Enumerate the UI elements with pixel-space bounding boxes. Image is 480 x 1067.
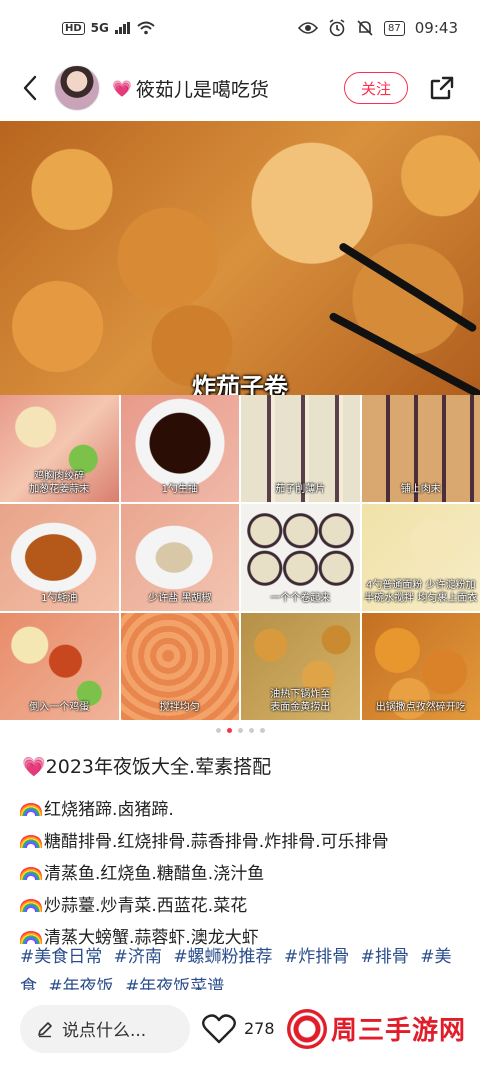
watermark-text: 周三手游网 bbox=[330, 1016, 466, 1046]
rainbow-icon bbox=[20, 802, 42, 816]
comment-input[interactable]: 说点什么... bbox=[20, 1004, 190, 1053]
recipe-step-label: 1勺蚝油 bbox=[41, 592, 78, 604]
heart-icon: 💗 bbox=[112, 78, 132, 98]
network-type: HD bbox=[62, 21, 85, 35]
hashtag-link[interactable]: #螺蛳粉推荐 bbox=[173, 947, 272, 967]
post-header: 💗 筱茹儿是噶吃货 关注 bbox=[0, 56, 480, 120]
fried-eggplant-photo: 炸茄子卷 bbox=[0, 121, 480, 401]
recipe-step-cell: 少许盐 黑胡椒 bbox=[120, 504, 239, 611]
signal-icon: 5G bbox=[90, 21, 109, 35]
heart-outline-icon bbox=[202, 1013, 236, 1043]
post-line: 红烧猪蹄.卤猪蹄. bbox=[20, 794, 468, 826]
recipe-step-label: 鸡胸肉绞碎 加葱花姜蒜末 bbox=[29, 471, 90, 495]
post-title: 💗2023年夜饭大全.荤素搭配 bbox=[22, 752, 271, 779]
recipe-step-cell: 倒入一个鸡蛋 bbox=[0, 613, 119, 720]
share-button[interactable] bbox=[422, 68, 462, 108]
recipe-step-cell: 茄子削薄片 bbox=[241, 395, 360, 502]
chevron-left-icon bbox=[23, 75, 37, 101]
chopstick bbox=[337, 241, 478, 334]
recipe-step-cell: 油热下锅炸至 表面金黄捞出 bbox=[241, 613, 360, 720]
recipe-step-label: 4勺普通面粉 少许淀粉加 半碗水搅拌 均匀裹上面衣 bbox=[364, 580, 478, 604]
watermark-logo-icon bbox=[286, 1008, 327, 1049]
post-title-text: 2023年夜饭大全.荤素搭配 bbox=[45, 756, 272, 778]
recipe-step-cell: 1勺生抽 bbox=[120, 395, 239, 502]
wifi-icon bbox=[137, 21, 155, 35]
heart-icon: 💗 bbox=[22, 756, 46, 778]
like-button[interactable]: 278 bbox=[202, 1013, 275, 1044]
chopstick bbox=[328, 311, 480, 399]
recipe-step-cell: 鸡胸肉绞碎 加葱花姜蒜末 bbox=[0, 395, 119, 502]
rainbow-icon bbox=[20, 898, 42, 912]
recipe-step-label: 一个个卷起来 bbox=[270, 592, 331, 604]
eye-icon bbox=[298, 22, 319, 34]
status-time: 09:43 bbox=[414, 19, 458, 37]
post-line-text: 红烧猪蹄.卤猪蹄. bbox=[44, 800, 174, 820]
pager-dot bbox=[237, 728, 243, 733]
recipe-step-label: 少许盐 黑胡椒 bbox=[148, 592, 212, 604]
mute-bell-icon bbox=[357, 20, 373, 36]
avatar[interactable] bbox=[54, 65, 100, 111]
post-line-text: 清蒸鱼.红烧鱼.糖醋鱼.浇汁鱼 bbox=[44, 864, 265, 884]
author-name-text: 筱茹儿是噶吃货 bbox=[135, 78, 269, 101]
recipe-steps-grid: 鸡胸肉绞碎 加葱花姜蒜末 1勺生抽 茄子削薄片 铺上肉末 1勺蚝油 少许盐 黑胡椒 一个个卷… bbox=[0, 395, 480, 720]
post-body: 红烧猪蹄.卤猪蹄. 糖醋排骨.红烧排骨.蒜香排骨.炸排骨.可乐排骨 清蒸鱼.红烧鱼.… bbox=[20, 794, 468, 954]
back-button[interactable] bbox=[10, 68, 50, 108]
recipe-step-cell: 4勺普通面粉 少许淀粉加 半碗水搅拌 均匀裹上面衣 bbox=[361, 504, 480, 611]
comment-placeholder: 说点什么... bbox=[62, 1021, 147, 1041]
pager-dot bbox=[248, 728, 254, 733]
rainbow-icon bbox=[20, 866, 42, 880]
post-line: 清蒸鱼.红烧鱼.糖醋鱼.浇汁鱼 bbox=[20, 858, 468, 890]
hashtag-link[interactable]: #排骨 bbox=[361, 947, 409, 967]
status-right: 87 09:43 bbox=[298, 19, 458, 37]
pager-dot bbox=[226, 728, 232, 733]
post-line: 糖醋排骨.红烧排骨.蒜香排骨.炸排骨.可乐排骨 bbox=[20, 826, 468, 858]
hashtag-link[interactable]: #美食日常 bbox=[20, 947, 102, 967]
recipe-step-cell: 搅拌均匀 bbox=[120, 613, 239, 720]
pencil-icon bbox=[38, 1021, 52, 1037]
site-watermark: 周三手游网 bbox=[278, 1004, 474, 1053]
post-line-text: 炒蒜薹.炒青菜.西蓝花.菜花 bbox=[44, 896, 248, 916]
recipe-step-label: 铺上肉末 bbox=[400, 483, 441, 495]
recipe-step-label: 倒入一个鸡蛋 bbox=[29, 701, 90, 713]
recipe-step-cell: 铺上肉末 bbox=[361, 395, 480, 502]
recipe-step-label: 油热下锅炸至 表面金黄捞出 bbox=[270, 689, 331, 713]
recipe-step-cell: 1勺蚝油 bbox=[0, 504, 119, 611]
image-pager bbox=[0, 728, 480, 733]
recipe-step-cell: 出锅撒点孜然碎开吃 bbox=[361, 613, 480, 720]
pager-dot bbox=[259, 728, 265, 733]
post-line: 炒蒜薹.炒青菜.西蓝花.菜花 bbox=[20, 890, 468, 922]
signal-bars-icon bbox=[114, 22, 130, 34]
recipe-step-label: 1勺生抽 bbox=[161, 483, 198, 495]
alarm-icon bbox=[329, 19, 345, 37]
recipe-step-cell: 一个个卷起来 bbox=[241, 504, 360, 611]
recipe-step-label: 茄子削薄片 bbox=[275, 483, 326, 495]
like-count: 278 bbox=[244, 1019, 275, 1038]
rainbow-icon bbox=[20, 834, 42, 848]
recipe-step-label: 出锅撒点孜然碎开吃 bbox=[375, 701, 466, 713]
pager-dot bbox=[215, 728, 221, 733]
recipe-step-label: 搅拌均匀 bbox=[159, 701, 200, 713]
author-name[interactable]: 💗 筱茹儿是噶吃货 bbox=[112, 75, 269, 102]
hashtag-link[interactable]: #炸排骨 bbox=[284, 947, 349, 967]
bottom-action-bar: 说点什么... 278 周三手游网 bbox=[0, 990, 480, 1067]
status-bar: HD 5G 87 09:43 bbox=[0, 0, 480, 56]
follow-button[interactable]: 关注 bbox=[344, 72, 408, 104]
battery-indicator: 87 bbox=[384, 20, 405, 36]
hashtag-link[interactable]: #济南 bbox=[114, 947, 162, 967]
post-line-text: 糖醋排骨.红烧排骨.蒜香排骨.炸排骨.可乐排骨 bbox=[44, 832, 389, 852]
post-image[interactable]: 炸茄子卷 鸡胸肉绞碎 加葱花姜蒜末 1勺生抽 茄子削薄片 铺上肉末 1勺蚝油 少许盐 黑胡… bbox=[0, 121, 480, 720]
share-icon bbox=[430, 76, 454, 100]
status-left: HD 5G bbox=[62, 21, 155, 35]
